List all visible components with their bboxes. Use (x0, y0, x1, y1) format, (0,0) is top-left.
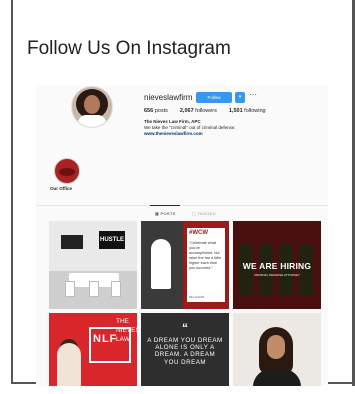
dream-quote-text: A DREAM YOU DREAM ALONE IS ONLY A DREAM.… (147, 337, 223, 366)
follow-button[interactable]: Follow (196, 92, 232, 103)
more-options-icon[interactable]: ··· (249, 90, 257, 99)
post-wcw-quote[interactable]: #WCW "Celebrate what you've accomplished… (141, 221, 229, 309)
profile-bio: The Nieves Law Firm, APC We take the "cr… (144, 119, 236, 137)
post-person (57, 343, 81, 386)
post-portrait[interactable] (233, 313, 321, 386)
profile-stats: 656 posts 2,067 followers 1,501 following (144, 108, 266, 114)
following-stat[interactable]: 1,501 following (229, 108, 266, 114)
story-highlight-our-office[interactable] (54, 158, 80, 184)
wcw-quote-credit: MIA HAMM (189, 295, 205, 299)
quote-mark-icon: “ (182, 321, 188, 335)
office-hustle-sign: HUSTLE (99, 231, 125, 249)
post-office[interactable]: HUSTLE (49, 221, 137, 309)
post-we-are-hiring[interactable]: WE ARE HIRING CRIMINAL DEFENSE ATTORNEY (233, 221, 321, 309)
post-dream-quote[interactable]: “ A DREAM YOU DREAM ALONE IS ONLY A DREA… (141, 313, 229, 386)
active-tab-indicator (150, 205, 180, 206)
story-highlight-label: Our Office (50, 186, 73, 191)
followers-stat[interactable]: 2,067 followers (180, 108, 217, 114)
wcw-quote-text: "Celebrate what you've accomplished, but… (189, 241, 222, 270)
post-nlf-logo[interactable]: NLF THE NIEVES LAW (49, 313, 137, 386)
tab-tagged[interactable]: ▢ TAGGED (192, 211, 216, 216)
profile-username[interactable]: nieveslawfirm (144, 93, 192, 102)
wcw-tag: #WCW (189, 230, 208, 236)
hiring-title: WE ARE HIRING (242, 261, 312, 271)
instagram-embed: nieveslawfirm Follow ▾ ··· 656 posts 2,06… (36, 86, 328, 386)
profile-website-link[interactable]: www.thenieveslawfirm.com (144, 131, 236, 137)
posts-stat: 656 posts (144, 108, 168, 114)
nlf-logo-text: NLF (93, 333, 118, 345)
section-heading: Follow Us On Instagram (27, 38, 231, 59)
office-wall-sign (61, 235, 83, 249)
profile-avatar[interactable] (71, 86, 113, 128)
nlf-side-text: THE NIEVES LAW (116, 318, 137, 343)
tabs-divider (36, 205, 328, 206)
tab-posts[interactable]: ▦ POSTS (155, 211, 176, 216)
suggested-dropdown-button[interactable]: ▾ (235, 92, 245, 103)
hiring-subtitle: CRIMINAL DEFENSE ATTORNEY (254, 273, 300, 277)
